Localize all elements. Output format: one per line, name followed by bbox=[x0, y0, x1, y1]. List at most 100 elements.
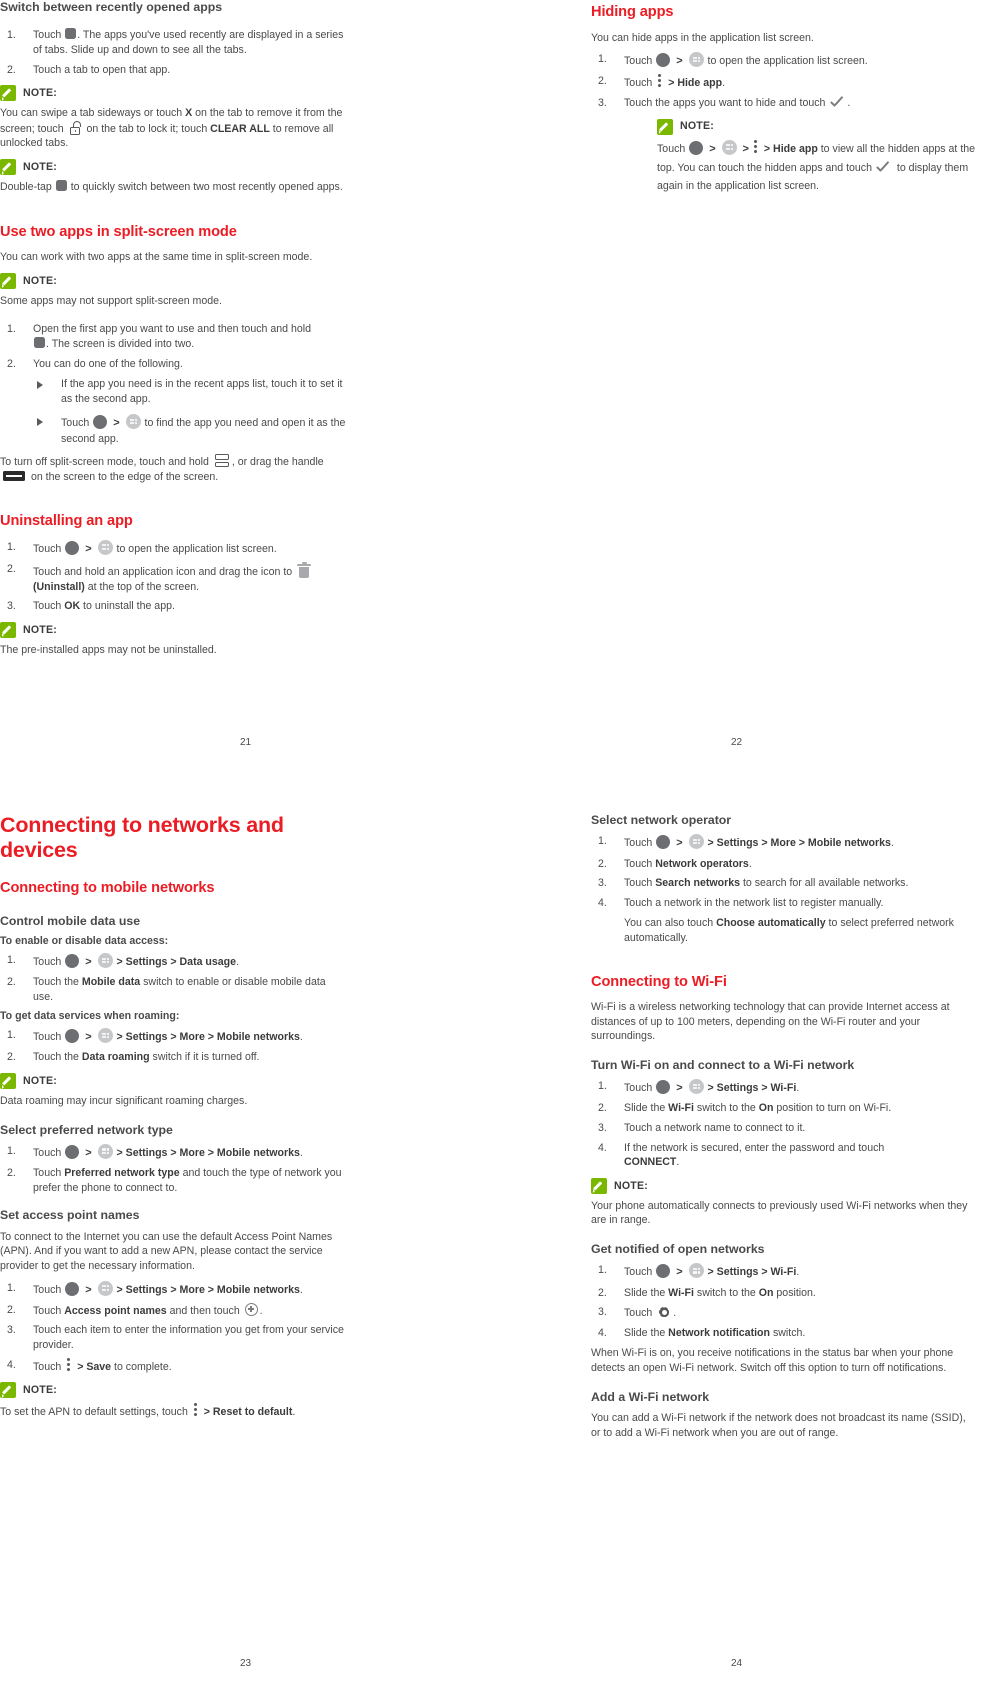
home-icon bbox=[656, 1264, 671, 1279]
page-number: 24 bbox=[730, 1658, 743, 1669]
list-item: Touch > Hide app. bbox=[591, 74, 976, 91]
subheading-roaming: To get data services when roaming: bbox=[0, 1010, 180, 1023]
list-switch-apps: Touch . The apps you've used recently ar… bbox=[0, 28, 350, 77]
list-item: Touch > > Settings > Data usage. bbox=[0, 953, 345, 970]
lock-icon bbox=[69, 121, 82, 135]
pencil-note-icon bbox=[0, 1073, 16, 1089]
list-item: Touch . The apps you've used recently ar… bbox=[7, 28, 344, 56]
list-item: Open the first app you want to use and t… bbox=[7, 322, 311, 350]
add-wifi-paragraph: You can add a Wi-Fi network if the netwo… bbox=[591, 1412, 966, 1439]
list-item: Touch Preferred network type and touch t… bbox=[7, 1166, 342, 1194]
notification-paragraph: When Wi-Fi is on, you receive notificati… bbox=[591, 1347, 954, 1375]
chevron-separator: > bbox=[676, 1266, 683, 1279]
home-icon bbox=[689, 140, 704, 155]
list-item: Touch > Save to complete. bbox=[0, 1357, 345, 1375]
heading-control-data: Control mobile data use bbox=[0, 913, 141, 928]
pencil-note-icon bbox=[657, 118, 673, 135]
home-icon bbox=[656, 53, 671, 68]
chevron-separator: > bbox=[85, 542, 92, 555]
home-icon bbox=[65, 954, 80, 969]
note-block: NOTE: bbox=[0, 272, 350, 289]
note-text: The pre-installed apps may not be uninst… bbox=[0, 643, 217, 656]
apps-grid-icon bbox=[97, 1143, 113, 1159]
split-intro: You can work with two apps at the same t… bbox=[0, 251, 313, 264]
list-item: Touch Network operators. bbox=[598, 857, 752, 871]
list-get-notified: Touch > > Settings > Wi-Fi. Slide the Wi… bbox=[591, 1263, 976, 1340]
apps-grid-icon bbox=[721, 139, 737, 155]
heading-select-operator: Select network operator bbox=[591, 813, 732, 827]
page-23: Connecting to networks and devices Conne… bbox=[0, 800, 491, 1691]
home-icon bbox=[65, 1144, 80, 1159]
check-icon bbox=[830, 96, 845, 108]
home-icon bbox=[656, 1080, 671, 1095]
pencil-note-icon bbox=[0, 272, 16, 289]
trash-icon bbox=[297, 562, 312, 579]
note-block: NOTE: bbox=[591, 1177, 976, 1194]
split-turn-off: To turn off split-screen mode, touch and… bbox=[0, 454, 324, 483]
note-block: NOTE: bbox=[0, 85, 350, 102]
list-item: Touch the Mobile data switch to enable o… bbox=[7, 975, 326, 1003]
overflow-menu-icon bbox=[658, 74, 662, 88]
home-icon bbox=[656, 835, 671, 850]
chevron-separator: > bbox=[85, 1283, 92, 1296]
list-select-operator: Touch > > Settings > More > Mobile netwo… bbox=[591, 834, 976, 910]
apps-grid-icon bbox=[125, 414, 141, 430]
recents-icon bbox=[55, 180, 67, 192]
note-text: Your phone automatically connects to pre… bbox=[591, 1199, 968, 1227]
pencil-note-icon bbox=[0, 159, 16, 176]
heading-connecting-networks: Connecting to networks and devices bbox=[0, 813, 284, 862]
page-number: 22 bbox=[730, 737, 743, 748]
list-item: Slide the Wi-Fi switch to the On positio… bbox=[598, 1286, 816, 1300]
check-icon bbox=[877, 161, 892, 173]
heading-preferred-network: Select preferred network type bbox=[0, 1122, 173, 1137]
chevron-separator: > bbox=[676, 55, 683, 68]
note-text: Some apps may not support split-screen m… bbox=[0, 294, 222, 307]
pencil-note-icon bbox=[0, 85, 16, 102]
page-24: Select network operator Touch > > Settin… bbox=[491, 800, 982, 1691]
home-icon bbox=[93, 415, 108, 430]
overflow-menu-icon bbox=[67, 1357, 71, 1372]
heading-split-screen: Use two apps in split-screen mode bbox=[0, 223, 237, 240]
home-icon bbox=[65, 1029, 80, 1044]
list-item: Touch > > Settings > More > Mobile netwo… bbox=[0, 1143, 345, 1161]
list-item: Touch Search networks to search for all … bbox=[598, 876, 909, 890]
pencil-note-icon bbox=[0, 621, 16, 638]
page-number: 21 bbox=[239, 737, 252, 748]
gear-icon bbox=[657, 1305, 671, 1319]
apps-grid-icon bbox=[97, 1028, 113, 1044]
list-item: Slide the Network notification switch. bbox=[598, 1326, 806, 1340]
page-24-column: Select network operator Touch > > Settin… bbox=[591, 813, 976, 1447]
list-item: Touch Access point names and then touch … bbox=[7, 1302, 263, 1317]
subheading-enable-data: To enable or disable data access: bbox=[0, 935, 169, 948]
list-apn: Touch > > Settings > More > Mobile netwo… bbox=[0, 1280, 345, 1375]
chevron-separator: > bbox=[113, 417, 120, 430]
heading-switch-apps: Switch between recently opened apps bbox=[0, 0, 223, 14]
chevron-separator: > bbox=[85, 1031, 92, 1044]
apps-grid-icon bbox=[97, 539, 113, 555]
list-item: Touch each item to enter the information… bbox=[7, 1323, 344, 1351]
page-number: 23 bbox=[239, 1658, 252, 1669]
note-text: Touch > > > Hide app to view all the hid… bbox=[657, 139, 976, 196]
list-item: Touch . bbox=[598, 1305, 677, 1320]
list-item: Touch > to find the app you need and ope… bbox=[33, 414, 350, 446]
pencil-note-icon bbox=[0, 1382, 16, 1399]
chevron-separator: > bbox=[742, 142, 749, 155]
home-icon bbox=[65, 1281, 80, 1296]
overflow-menu-icon bbox=[193, 1403, 198, 1417]
apps-grid-icon bbox=[97, 953, 113, 969]
list-uninstall: Touch > to open the application list scr… bbox=[0, 539, 350, 614]
list-item: Touch > > Settings > Wi-Fi. bbox=[591, 1263, 976, 1280]
list-preferred-network: Touch > > Settings > More > Mobile netwo… bbox=[0, 1143, 345, 1195]
hiding-intro: You can hide apps in the application lis… bbox=[591, 31, 814, 44]
list-item: Touch a tab to open that app. bbox=[7, 63, 171, 77]
note-text: To set the APN to default settings, touc… bbox=[0, 1403, 345, 1420]
home-icon bbox=[65, 540, 80, 555]
note-text: You can swipe a tab sideways or touch X … bbox=[0, 107, 343, 150]
list-item: Touch > > Settings > Wi-Fi. bbox=[591, 1079, 976, 1096]
heading-uninstalling: Uninstalling an app bbox=[0, 513, 133, 530]
heading-mobile-networks: Connecting to mobile networks bbox=[0, 880, 215, 897]
page-21-column: Switch between recently opened apps Touc… bbox=[0, 0, 350, 665]
wifi-intro: Wi-Fi is a wireless networking technolog… bbox=[591, 1001, 950, 1043]
list-item: If the app you need is in the recent app… bbox=[33, 377, 350, 406]
overflow-menu-icon bbox=[753, 139, 758, 154]
